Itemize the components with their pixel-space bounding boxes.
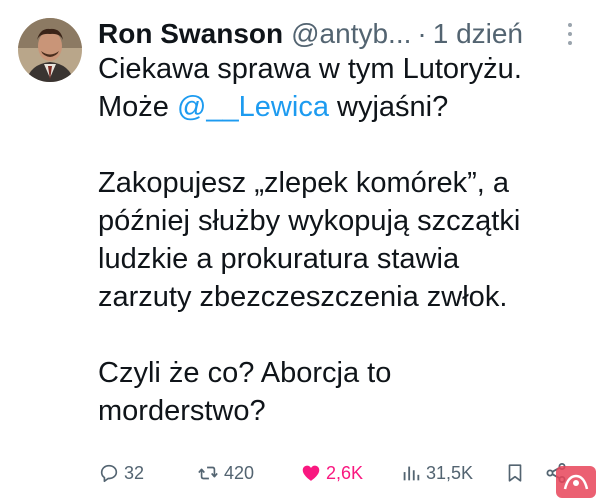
tweet-line: Czyli że co? Aborcja to (98, 357, 392, 389)
action-bar: 32 420 2,6K 31,5K (98, 455, 598, 491)
repost-button[interactable]: 420 (196, 455, 254, 491)
tweet-line: Ciekawa sprawa w tym Lutoryżu. (98, 53, 522, 85)
more-icon[interactable] (562, 20, 578, 48)
like-icon (302, 465, 320, 481)
display-name[interactable]: Ron Swanson (98, 14, 283, 54)
tweet-card: Ron Swanson @antyb... · 1 dzień Ciekawa … (0, 0, 600, 501)
tweet-text: Ciekawa sprawa w tym Lutoryżu. Może @__L… (98, 50, 578, 430)
avatar[interactable] (18, 18, 82, 82)
timestamp[interactable]: 1 dzień (433, 14, 523, 54)
tweet-text-fragment: wyjaśni? (328, 91, 449, 123)
reply-icon (100, 464, 118, 483)
mention-link[interactable]: @__Lewica (177, 91, 329, 123)
views-count: 31,5K (426, 462, 474, 483)
tweet-text-fragment: Może (98, 91, 177, 123)
reply-button[interactable]: 32 (98, 455, 144, 491)
bookmark-icon (508, 464, 522, 482)
bookmark-button[interactable] (504, 455, 526, 491)
tweet-header: Ron Swanson @antyb... · 1 dzień (98, 14, 588, 54)
views-icon (403, 466, 420, 481)
tweet-line: ludzkie a prokuratura stawia (98, 243, 460, 275)
user-handle[interactable]: @antyb... (291, 14, 411, 54)
repost-icon (198, 466, 218, 480)
repost-count: 420 (224, 462, 255, 483)
site-watermark-logo (556, 466, 596, 498)
tweet-line: morderstwo? (98, 395, 266, 427)
tweet-line: Może @__Lewica wyjaśni? (98, 88, 578, 126)
like-button[interactable]: 2,6K (300, 455, 363, 491)
separator-dot: · (417, 18, 427, 49)
tweet-line: później służby wykopują szczątki (98, 205, 521, 237)
tweet-line: Zakopujesz „zlepek komórek”, a (98, 167, 509, 199)
views-button[interactable]: 31,5K (400, 455, 473, 491)
like-count: 2,6K (326, 462, 364, 483)
reply-count: 32 (124, 462, 145, 483)
tweet-line: zarzuty zbezczeszczenia zwłok. (98, 281, 508, 313)
